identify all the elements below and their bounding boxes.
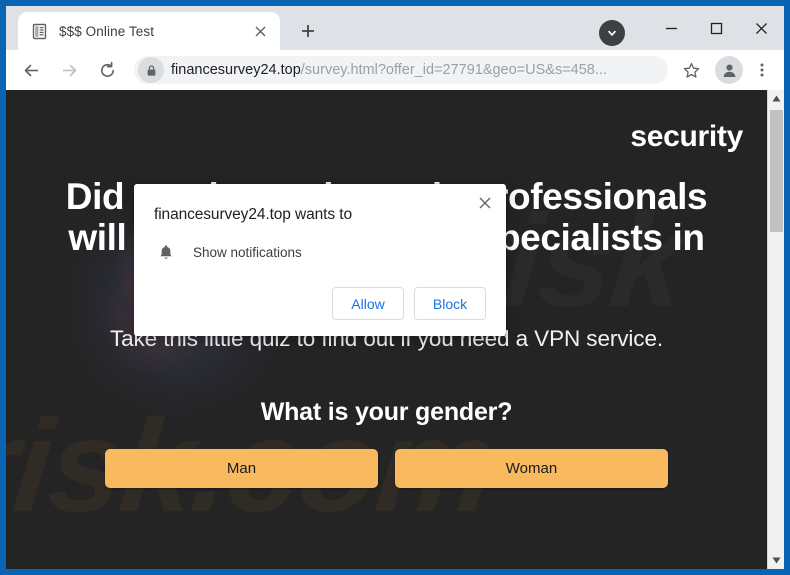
three-dots-icon[interactable] bbox=[748, 56, 776, 84]
address-bar-path: /survey.html?offer_id=27791&geo=US&s=458… bbox=[300, 62, 607, 78]
maximize-button[interactable] bbox=[694, 12, 739, 44]
block-button[interactable]: Block bbox=[414, 287, 486, 320]
dialog-actions: Allow Block bbox=[152, 287, 488, 322]
address-bar-url: financesurvey24.top/survey.html?offer_id… bbox=[171, 62, 656, 78]
tab-strip: $$$ Online Test bbox=[6, 6, 784, 50]
bell-icon bbox=[155, 241, 177, 263]
reload-icon[interactable] bbox=[92, 55, 122, 85]
page-viewport: pcrisk risk.com security Did you know th… bbox=[6, 90, 784, 569]
scrollbar-thumb[interactable] bbox=[770, 110, 783, 232]
tab-close-icon[interactable] bbox=[250, 21, 270, 41]
answer-button-woman[interactable]: Woman bbox=[395, 449, 668, 489]
chevron-down-icon[interactable] bbox=[599, 20, 625, 46]
dialog-permission-row: Show notifications bbox=[152, 241, 488, 263]
close-icon[interactable] bbox=[474, 192, 496, 214]
lock-icon[interactable] bbox=[138, 57, 164, 83]
tab-title: $$$ Online Test bbox=[59, 23, 155, 39]
new-tab-button[interactable] bbox=[292, 15, 324, 47]
close-window-button[interactable] bbox=[739, 12, 784, 44]
answer-button-man[interactable]: Man bbox=[105, 449, 378, 489]
address-bar-host: financesurvey24.top bbox=[171, 62, 301, 78]
browser-toolbar: financesurvey24.top/survey.html?offer_id… bbox=[6, 50, 784, 90]
scrollbar-down-arrow[interactable] bbox=[768, 552, 784, 569]
arrow-right-icon bbox=[54, 55, 84, 85]
allow-button[interactable]: Allow bbox=[332, 287, 404, 320]
star-icon[interactable] bbox=[677, 56, 705, 84]
window-controls bbox=[599, 6, 784, 50]
scrollbar-up-arrow[interactable] bbox=[768, 90, 784, 107]
avatar-icon[interactable] bbox=[715, 56, 743, 84]
quiz-question: What is your gender? bbox=[260, 398, 513, 427]
quiz-answer-row: Man Woman bbox=[32, 449, 741, 489]
browser-tab[interactable]: $$$ Online Test bbox=[18, 12, 280, 50]
notification-permission-dialog: financesurvey24.top wants to Show notifi… bbox=[134, 184, 506, 336]
dialog-title: financesurvey24.top wants to bbox=[154, 206, 352, 223]
address-bar[interactable]: financesurvey24.top/survey.html?offer_id… bbox=[134, 56, 668, 84]
minimize-button[interactable] bbox=[649, 12, 694, 44]
document-list-icon bbox=[31, 23, 48, 40]
arrow-left-icon[interactable] bbox=[16, 55, 46, 85]
dialog-permission-label: Show notifications bbox=[193, 244, 302, 260]
browser-window: $$$ Online Test financesurvey24.top/surv… bbox=[0, 0, 790, 575]
page-scrollbar[interactable] bbox=[767, 90, 784, 569]
